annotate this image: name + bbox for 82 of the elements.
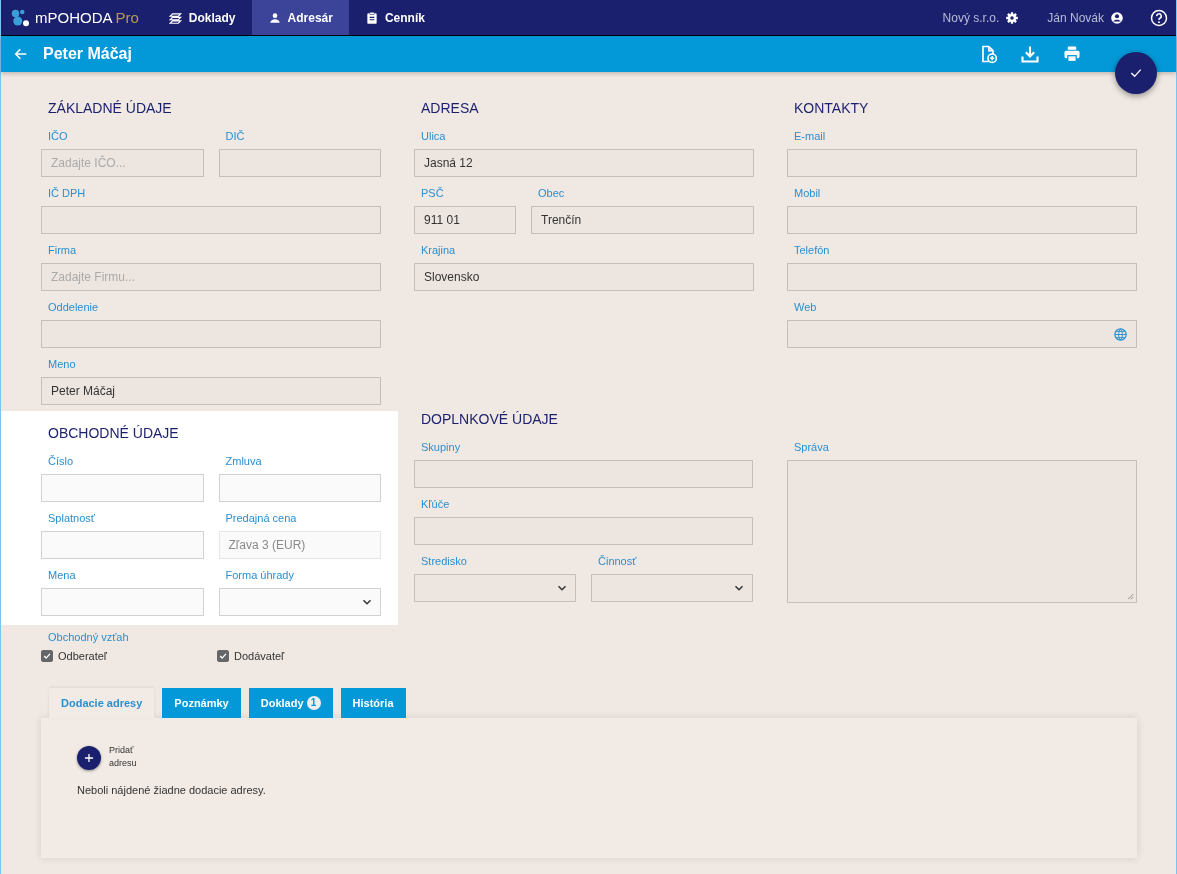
help-icon[interactable] (1150, 8, 1168, 27)
field-label: Skupiny (421, 441, 462, 454)
back-arrow-icon[interactable] (13, 46, 29, 62)
input-field[interactable] (414, 460, 753, 488)
nav-item[interactable]: Adresár (251, 0, 349, 35)
field-label: Správa (794, 441, 830, 454)
section-heading: KONTAKTY (794, 100, 870, 116)
settings-icon[interactable] (1005, 10, 1020, 25)
field-label: Obec (538, 187, 566, 200)
field-label: Oddelenie (48, 301, 100, 314)
person-icon (267, 10, 282, 25)
field-label: Telefón (794, 244, 831, 257)
check-mark-icon (218, 651, 228, 661)
field-label: Číslo (48, 455, 75, 468)
section-heading: OBCHODNÉ ÚDAJE (48, 425, 180, 441)
plus-icon (82, 751, 96, 765)
nav-item[interactable]: Doklady (152, 0, 252, 35)
app-edition: Pro (115, 9, 139, 26)
input-field[interactable] (787, 320, 1137, 348)
input-field[interactable] (41, 588, 204, 616)
input-field[interactable] (787, 149, 1137, 177)
text-area[interactable] (787, 460, 1137, 603)
field-label: Splatnosť (48, 512, 96, 525)
checkbox[interactable]: Dodávateľ (217, 650, 393, 662)
dropdown[interactable] (218, 588, 381, 616)
input-field[interactable] (218, 474, 381, 502)
field-label: Činnosť (598, 555, 638, 568)
field-label: IČO (48, 130, 69, 143)
field-label: Stredisko (421, 555, 468, 568)
field-label: E-mail (794, 130, 827, 143)
globe-icon (1113, 326, 1128, 342)
field-label: Firma (48, 244, 78, 257)
input-field[interactable]: Jasná 12 (414, 149, 754, 177)
input-field[interactable]: Trenčín (531, 206, 754, 234)
dropdown[interactable] (591, 574, 753, 602)
section-heading: ZÁKLADNÉ ÚDAJE (48, 100, 173, 116)
app-name: mPOHODA (35, 9, 113, 26)
input-field[interactable] (41, 531, 204, 559)
printer-icon[interactable] (1062, 44, 1082, 64)
field-label: PSČ (421, 187, 445, 200)
field-label: Zmluva (225, 455, 263, 468)
dropdown[interactable] (414, 574, 576, 602)
input-field[interactable] (41, 206, 381, 234)
check-mark-icon (42, 651, 52, 661)
save-button[interactable] (1115, 52, 1157, 94)
field-label: Kľúče (421, 498, 451, 511)
input-field[interactable] (218, 149, 381, 177)
input-field[interactable] (787, 263, 1137, 291)
company-name: Nový s.r.o. (942, 10, 1000, 25)
add-address-label: Pridať adresu (109, 744, 138, 770)
input-field[interactable] (41, 474, 204, 502)
field-label: IČ DPH (48, 187, 87, 200)
logo-icon (11, 8, 29, 27)
input-field[interactable] (787, 206, 1137, 234)
stack-icon (168, 10, 183, 25)
download-icon[interactable] (1020, 44, 1040, 64)
field-label: Predajná cena (225, 512, 298, 525)
page-title: Peter Máčaj (43, 45, 132, 63)
empty-message: Neboli nájdené žiadne dodacie adresy. (77, 784, 267, 796)
section-heading: ADRESA (421, 100, 480, 116)
field-label: Meno (48, 358, 77, 371)
field-label: Krajina (421, 244, 457, 257)
field-label: DIČ (225, 130, 246, 143)
section-heading: DOPLNKOVÉ ÚDAJE (421, 411, 559, 427)
add-button[interactable] (77, 746, 101, 770)
clipboard-icon (364, 10, 379, 25)
user-icon[interactable] (1110, 10, 1124, 25)
input-field[interactable]: 911 01 (414, 206, 516, 234)
field-label: Ulica (421, 130, 447, 143)
input-field[interactable]: Slovensko (414, 263, 754, 291)
field-label: Web (794, 301, 818, 314)
field-label: Mena (48, 569, 77, 582)
input-field[interactable] (41, 320, 381, 348)
nav-item[interactable]: Cenník (348, 0, 441, 35)
user-name: Ján Novák (1047, 10, 1104, 25)
input-field[interactable] (414, 517, 753, 545)
field-label: Mobil (794, 187, 822, 200)
field-label: Forma úhrady (225, 569, 295, 582)
field-label: Obchodný vzťah (48, 631, 130, 644)
checkbox[interactable]: Odberateľ (41, 650, 217, 662)
count-badge: 1 (306, 696, 321, 710)
input-field[interactable]: Peter Máčaj (41, 377, 381, 405)
